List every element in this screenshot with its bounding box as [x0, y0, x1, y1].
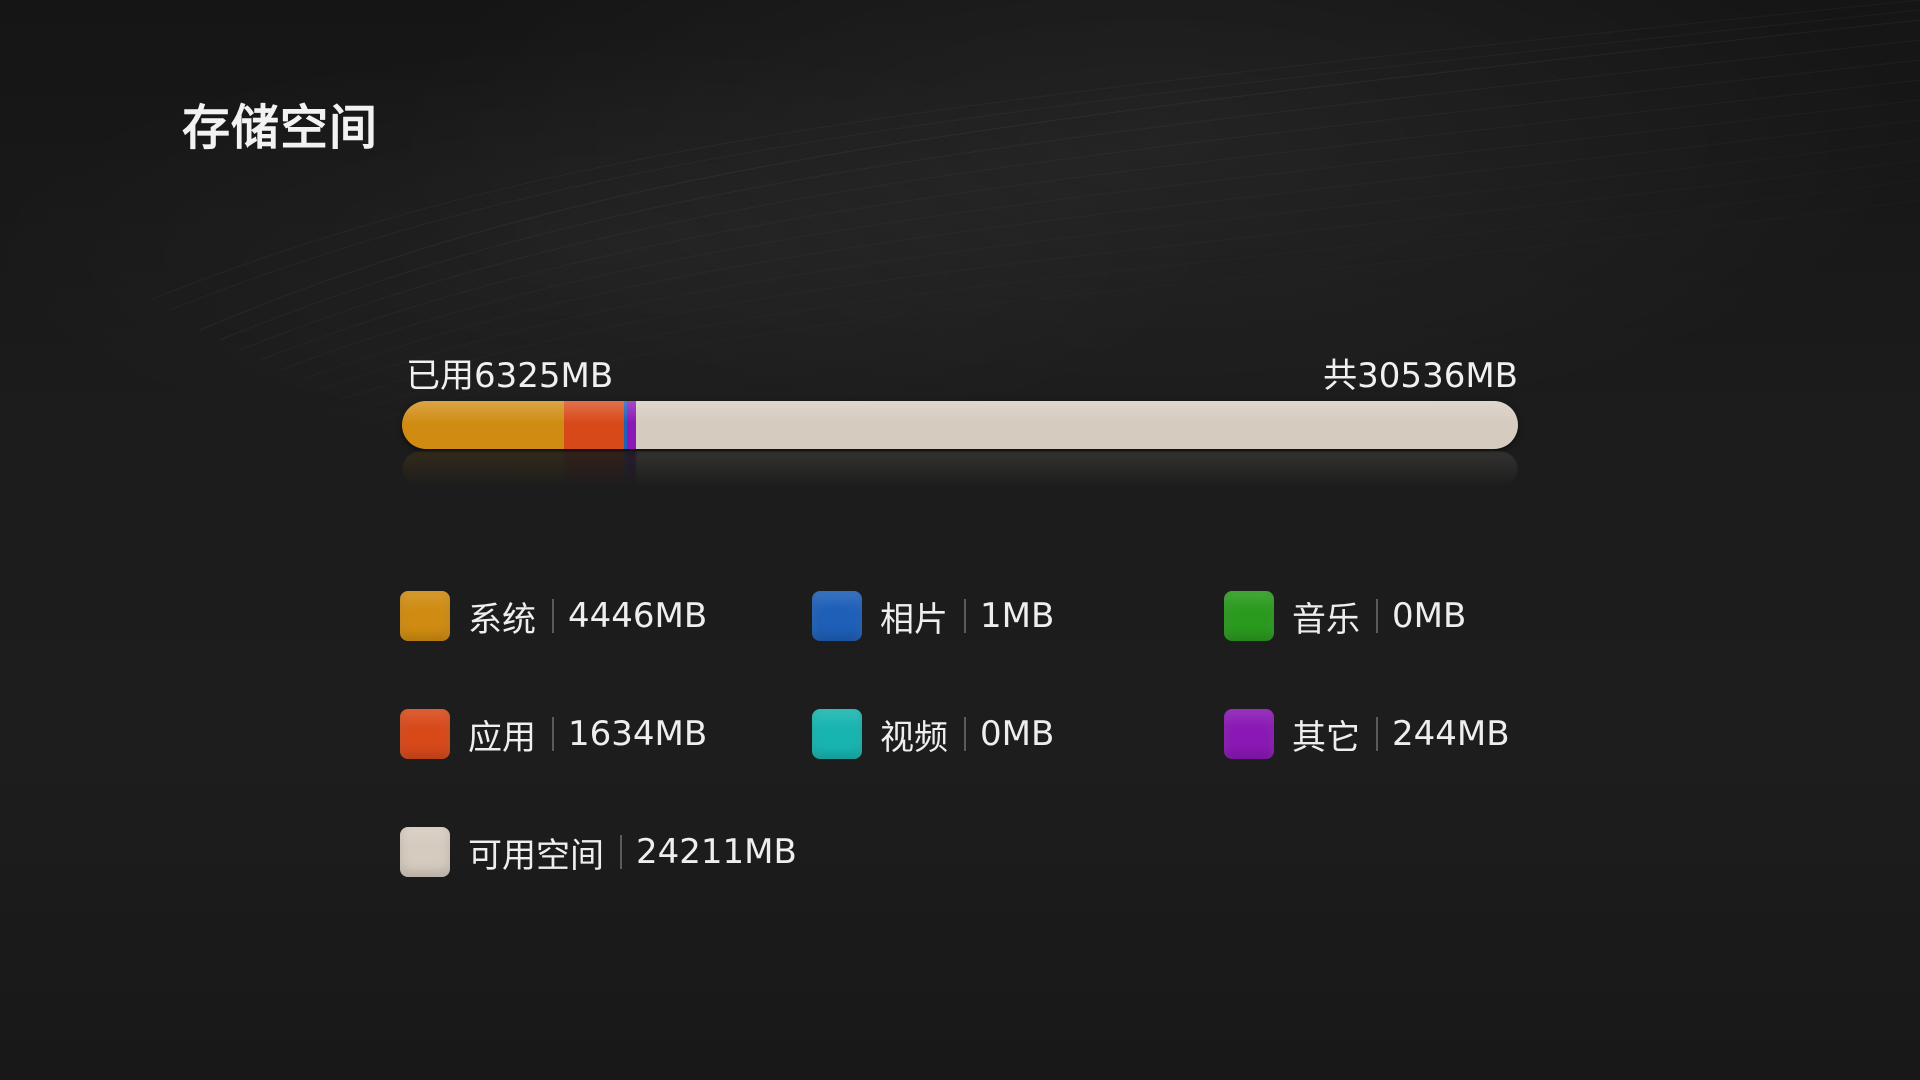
legend-label-videos: 视频	[880, 717, 948, 758]
legend-value-free-space: 24211MB	[636, 832, 797, 872]
legend-item-photos: 相片 1MB	[812, 590, 1054, 642]
legend-item-system: 系统 4446MB	[400, 590, 707, 642]
legend-divider	[552, 599, 554, 633]
legend-label-music: 音乐	[1292, 599, 1360, 640]
bar-segment-apps	[564, 401, 624, 449]
legend-item-apps: 应用 1634MB	[400, 708, 707, 760]
other-color-swatch	[1224, 709, 1274, 759]
legend-item-other: 其它 244MB	[1224, 708, 1510, 760]
legend-label-free-space: 可用空间	[468, 835, 604, 876]
legend-divider	[620, 835, 622, 869]
total-space-label: 共30536MB	[1323, 356, 1518, 396]
bar-reflection-segment-system	[402, 451, 565, 487]
bar-segment-other	[626, 401, 636, 449]
legend-item-videos: 视频 0MB	[812, 708, 1054, 760]
free-space-color-swatch	[400, 827, 450, 877]
storage-usage-bar	[402, 401, 1518, 449]
bar-reflection-segment-free	[635, 451, 1518, 487]
legend-label-photos: 相片	[880, 599, 948, 640]
legend-value-other: 244MB	[1392, 714, 1510, 754]
legend-divider	[1376, 717, 1378, 751]
legend-divider	[552, 717, 554, 751]
bar-reflection-segment-apps	[564, 451, 624, 487]
storage-bar-reflection	[402, 451, 1518, 487]
legend-divider	[964, 599, 966, 633]
used-space-label: 已用6325MB	[406, 356, 614, 396]
system-color-swatch	[400, 591, 450, 641]
photos-color-swatch	[812, 591, 862, 641]
legend-divider	[1376, 599, 1378, 633]
legend-label-system: 系统	[468, 599, 536, 640]
bar-segment-free	[635, 401, 1518, 449]
bar-reflection-segment-other	[626, 451, 636, 487]
legend-value-videos: 0MB	[980, 714, 1055, 754]
usage-summary: 已用6325MB 共30536MB	[402, 348, 1518, 396]
bar-segment-system	[402, 401, 565, 449]
apps-color-swatch	[400, 709, 450, 759]
legend-item-music: 音乐 0MB	[1224, 590, 1466, 642]
legend-value-apps: 1634MB	[568, 714, 708, 754]
legend-item-free-space: 可用空间 24211MB	[400, 826, 797, 878]
legend-value-music: 0MB	[1392, 596, 1467, 636]
legend-value-system: 4446MB	[568, 596, 708, 636]
legend-label-other: 其它	[1292, 717, 1360, 758]
videos-color-swatch	[812, 709, 862, 759]
legend-label-apps: 应用	[468, 717, 536, 758]
legend-value-photos: 1MB	[980, 596, 1055, 636]
music-color-swatch	[1224, 591, 1274, 641]
page-title: 存储空间	[182, 100, 379, 156]
legend-divider	[964, 717, 966, 751]
